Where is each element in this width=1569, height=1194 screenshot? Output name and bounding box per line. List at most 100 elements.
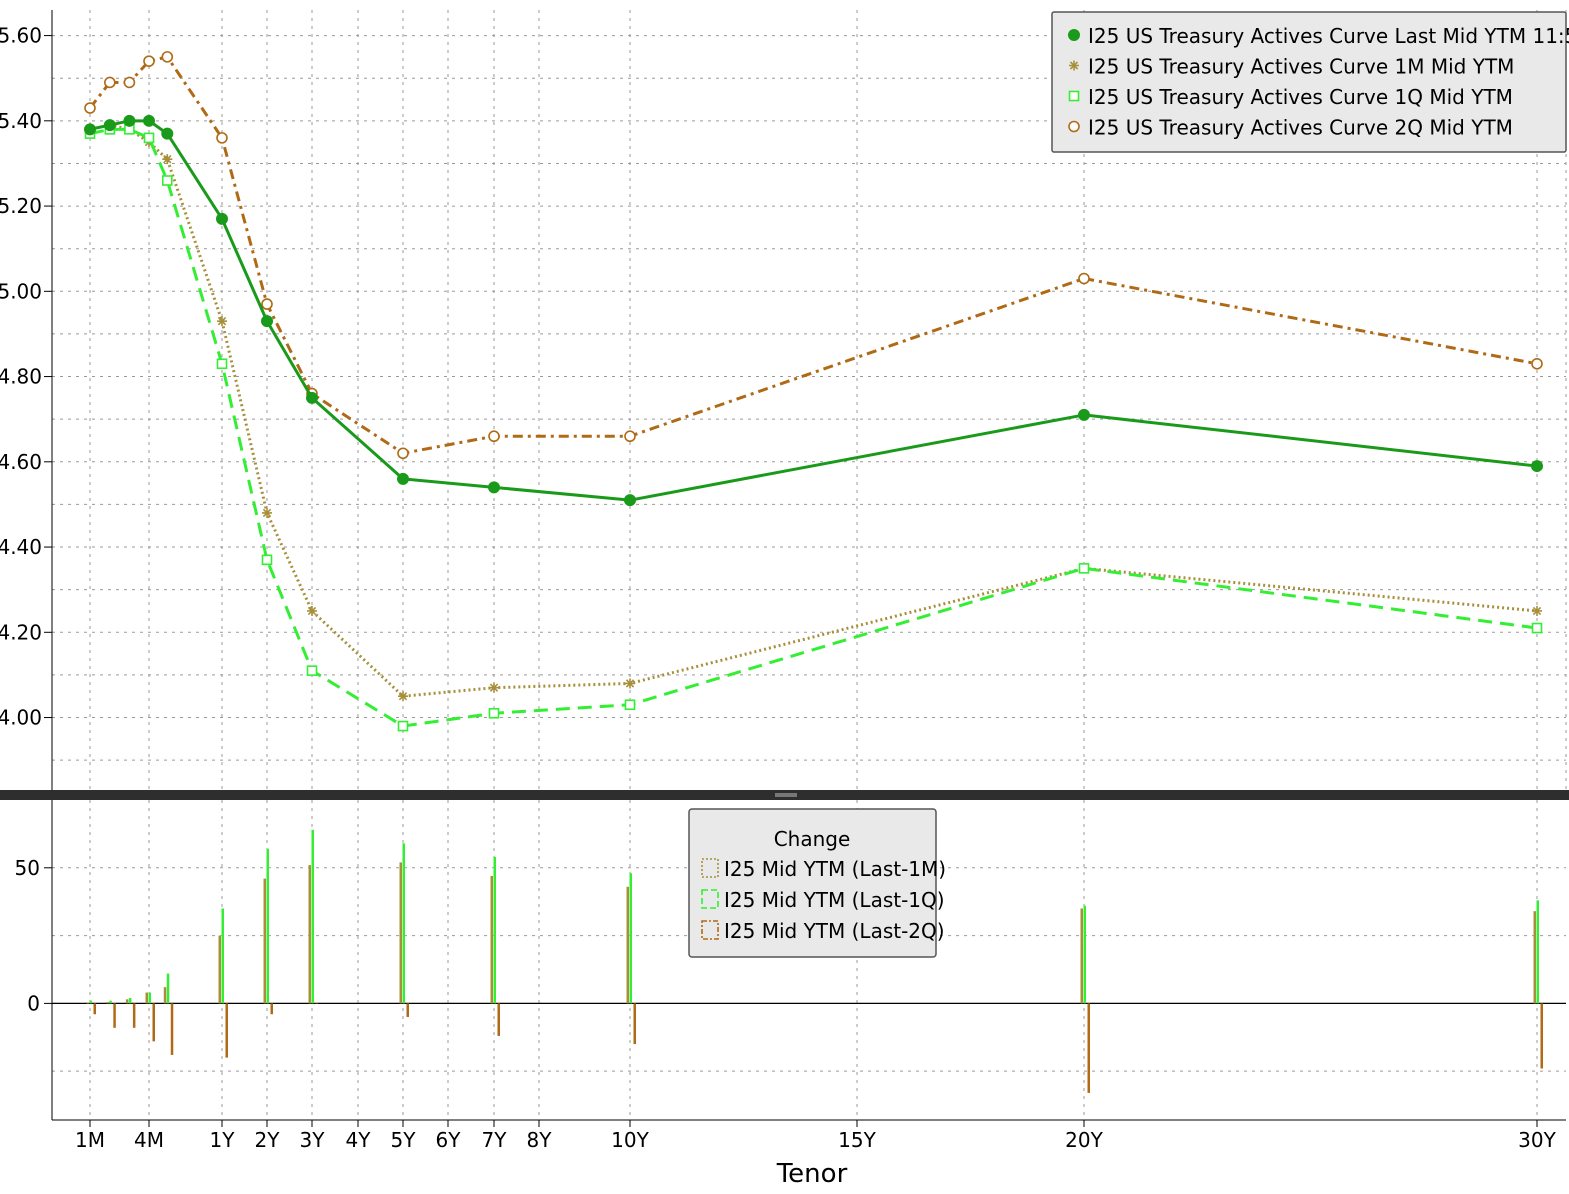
change-bar-q1[interactable] — [402, 843, 406, 1004]
change-bar-m1[interactable] — [106, 1002, 109, 1004]
data-point-last[interactable] — [143, 114, 155, 127]
x-axis-title: Tenor — [776, 1159, 848, 1189]
x-tick-label: 6Y — [436, 1128, 462, 1152]
change-bar-q2[interactable] — [1540, 1003, 1544, 1069]
data-point-m1[interactable] — [217, 316, 227, 327]
data-point-q1[interactable] — [261, 554, 273, 566]
data-point-last[interactable] — [1078, 408, 1090, 421]
data-point-q2[interactable] — [161, 51, 174, 63]
change-bar-q2[interactable] — [270, 1003, 274, 1015]
data-point-q2[interactable] — [216, 132, 228, 144]
change-bar-q1[interactable] — [493, 856, 497, 1004]
data-point-q2[interactable] — [1078, 272, 1090, 285]
data-point-m1[interactable] — [1532, 605, 1542, 616]
data-point-m1[interactable] — [307, 605, 317, 616]
change-bar-m1[interactable] — [218, 935, 222, 1004]
data-point-q2[interactable] — [123, 76, 136, 89]
data-point-q2[interactable] — [397, 447, 409, 460]
data-point-q2[interactable] — [104, 76, 116, 89]
data-point-q2[interactable] — [488, 430, 500, 443]
data-point-last[interactable] — [261, 315, 273, 328]
data-point-q1[interactable] — [624, 699, 636, 711]
data-point-q1[interactable] — [488, 707, 500, 719]
data-point-q1[interactable] — [143, 132, 155, 144]
change-bar-q1[interactable] — [109, 1000, 112, 1004]
panel-divider-grip[interactable] — [775, 793, 797, 797]
change-bar-q1[interactable] — [629, 873, 633, 1004]
data-point-last[interactable] — [216, 212, 228, 225]
data-point-q2[interactable] — [624, 430, 636, 443]
change-bar-m1[interactable] — [163, 987, 167, 1004]
change-bar-q2[interactable] — [93, 1003, 97, 1015]
change-legend-label-q2: I25 Mid YTM (Last-2Q) — [724, 919, 945, 943]
change-legend[interactable]: Change I25 Mid YTM (Last-1M) I25 Mid YTM … — [688, 808, 946, 958]
change-bar-q2[interactable] — [113, 1003, 116, 1028]
data-point-last[interactable] — [1531, 460, 1543, 473]
data-point-q1[interactable] — [306, 665, 318, 676]
data-point-last[interactable] — [397, 472, 409, 485]
data-point-last[interactable] — [161, 127, 174, 140]
legend-label-q2: I25 US Treasury Actives Curve 2Q Mid YTM — [1088, 116, 1513, 140]
change-bar-q1[interactable] — [266, 848, 270, 1004]
change-bar-q1[interactable] — [89, 1000, 93, 1004]
change-bar-m1[interactable] — [145, 992, 149, 1004]
x-tick-label: 2Y — [255, 1128, 281, 1152]
change-bar-m1[interactable] — [490, 875, 494, 1004]
data-point-q2[interactable] — [1531, 357, 1543, 370]
change-bar-m1[interactable] — [308, 865, 312, 1004]
yield-y-tick-label: 5.40 — [0, 109, 42, 133]
change-bar-q1[interactable] — [166, 973, 170, 1004]
data-point-q1[interactable] — [1078, 563, 1090, 574]
data-point-last[interactable] — [103, 119, 116, 132]
data-point-q2[interactable] — [143, 55, 155, 67]
legend-marker-q2[interactable] — [1068, 120, 1080, 133]
data-point-m1[interactable] — [162, 154, 173, 165]
change-bar-m1[interactable] — [86, 1003, 90, 1004]
change-bar-q2[interactable] — [1087, 1003, 1091, 1093]
legend-marker-last[interactable] — [1068, 29, 1080, 41]
change-bar-q1[interactable] — [148, 992, 152, 1004]
legend-marker-m1[interactable] — [1069, 60, 1079, 71]
data-point-q1[interactable] — [1531, 622, 1543, 634]
data-point-last[interactable] — [84, 123, 96, 136]
change-bar-q1[interactable] — [1536, 900, 1540, 1004]
data-point-last[interactable] — [123, 114, 136, 127]
change-bar-m1[interactable] — [626, 886, 630, 1004]
data-point-last[interactable] — [306, 391, 318, 404]
change-bar-m1[interactable] — [1080, 908, 1084, 1004]
change-bar-q1[interactable] — [128, 997, 132, 1004]
x-tick-label: 8Y — [527, 1128, 553, 1152]
change-bar-q1[interactable] — [221, 908, 225, 1004]
change-bar-q2[interactable] — [132, 1003, 136, 1028]
data-point-last[interactable] — [624, 494, 636, 507]
change-bar-q2[interactable] — [497, 1003, 501, 1036]
data-point-last[interactable] — [488, 481, 500, 494]
data-point-m1[interactable] — [489, 682, 499, 693]
data-point-q1[interactable] — [216, 358, 228, 370]
x-tick-label: 4M — [134, 1128, 164, 1152]
data-point-m1[interactable] — [398, 691, 408, 702]
change-bar-q2[interactable] — [315, 1003, 319, 1004]
data-point-m1[interactable] — [262, 507, 272, 518]
data-point-m1[interactable] — [625, 678, 635, 689]
change-bar-q2[interactable] — [633, 1003, 637, 1045]
change-bar-q2[interactable] — [152, 1003, 156, 1042]
yield-legend[interactable]: I25 US Treasury Actives Curve Last Mid Y… — [1051, 11, 1569, 153]
change-bar-m1[interactable] — [263, 878, 267, 1004]
change-bar-q2[interactable] — [170, 1003, 174, 1055]
change-bar-m1[interactable] — [125, 999, 129, 1004]
data-point-q1[interactable] — [161, 175, 173, 186]
legend-marker-q1[interactable] — [1068, 90, 1080, 102]
change-bar-m1[interactable] — [399, 862, 403, 1004]
change-bar-m1[interactable] — [1533, 911, 1537, 1004]
yield-y-tick-label: 4.20 — [0, 620, 42, 644]
change-bar-q2[interactable] — [406, 1003, 410, 1017]
x-tick-label: 20Y — [1065, 1128, 1103, 1152]
data-point-q2[interactable] — [84, 102, 96, 114]
data-point-q2[interactable] — [261, 298, 273, 310]
change-bar-q2[interactable] — [225, 1003, 229, 1058]
x-tick-label: 30Y — [1518, 1128, 1556, 1152]
change-bar-q1[interactable] — [311, 829, 315, 1004]
data-point-q1[interactable] — [397, 720, 409, 732]
change-bar-q1[interactable] — [1083, 905, 1087, 1004]
